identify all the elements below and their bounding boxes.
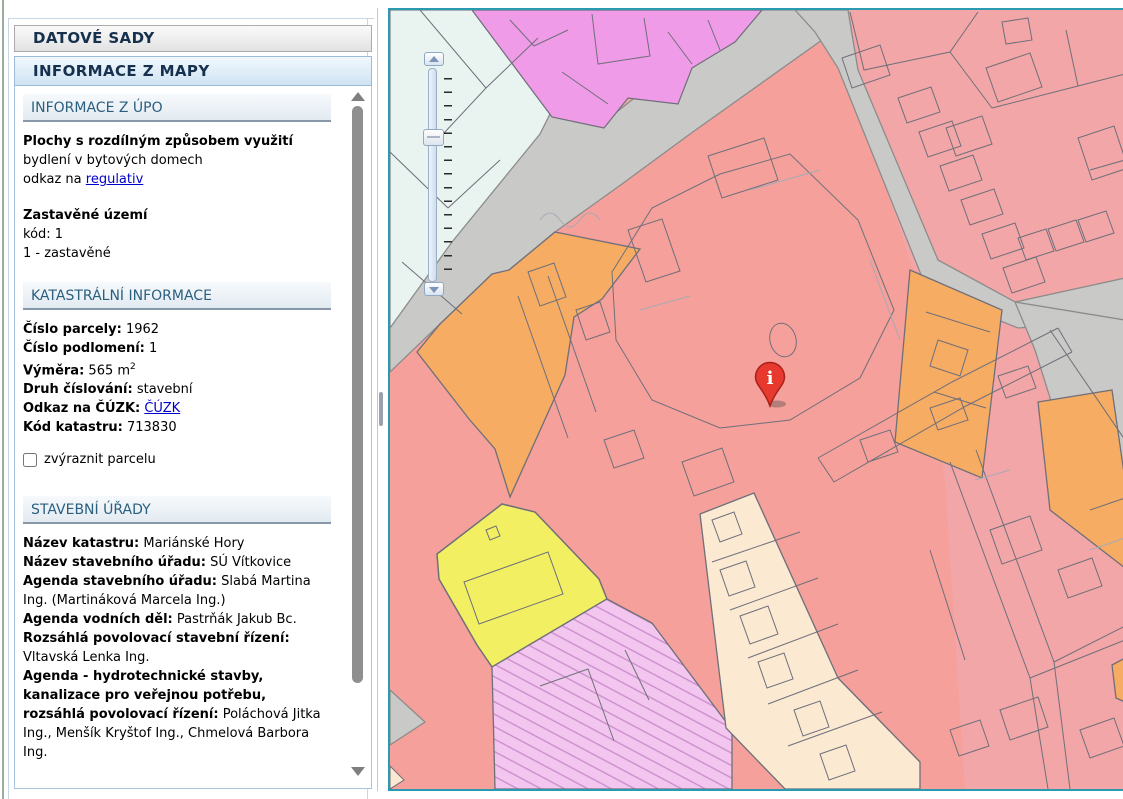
builtup-title: Zastavěné území <box>23 208 147 223</box>
field-row: Název katastru: Mariánské Hory <box>23 534 331 553</box>
field-row: Rozsáhlá povolovací stavební řízení: Vlt… <box>23 629 331 667</box>
frame-border-left <box>8 18 9 799</box>
upo-use-value: bydlení v bytových domech <box>23 153 203 168</box>
cuzk-link[interactable]: ČÚZK <box>144 401 180 416</box>
section-header-upo[interactable]: INFORMACE Z ÚPO <box>23 94 331 122</box>
field-row: Výměra: 565 m2 <box>23 358 331 380</box>
section-header-urady[interactable]: STAVEBNÍ ÚŘADY <box>23 496 331 524</box>
upo-use-block: Plochy s rozdílným způsobem využití bydl… <box>23 132 331 189</box>
marker-glyph: i <box>767 368 774 389</box>
zoom-in-button[interactable] <box>424 52 444 66</box>
scroll-down-icon[interactable] <box>351 767 365 776</box>
zoom-track[interactable] <box>428 68 437 282</box>
field-row: Druh číslování: stavební <box>23 380 331 399</box>
scrollbar-thumb[interactable] <box>352 106 363 683</box>
section-header-katastr[interactable]: KATASTRÁLNÍ INFORMACE <box>23 282 331 310</box>
sidebar-scrollbar[interactable] <box>350 90 366 784</box>
map-info-panel: INFORMACE Z ÚPO Plochy s rozdílným způso… <box>14 86 372 789</box>
field-row: Kód katastru: 713830 <box>23 418 331 437</box>
field-row: Číslo parcely: 1962 <box>23 320 331 339</box>
field-row: Agenda vodních děl: Pastrňák Jakub Bc. <box>23 610 331 629</box>
upo-builtup-block: Zastavěné území kód: 1 1 - zastavěné <box>23 206 331 263</box>
accordion-informace-z-mapy[interactable]: INFORMACE Z MAPY <box>14 56 372 86</box>
field-row: Agenda stavebního úřadu: Slabá Martina I… <box>23 572 331 610</box>
highlight-parcel-row: zvýraznit parcelu <box>23 450 331 469</box>
highlight-parcel-checkbox[interactable] <box>23 453 37 467</box>
zoom-slider[interactable] <box>423 52 457 304</box>
zoom-handle[interactable] <box>423 129 444 146</box>
sidebar: DATOVÉ SADY INFORMACE Z MAPY INFORMACE Z… <box>14 25 372 789</box>
regulativ-link[interactable]: regulativ <box>86 172 144 187</box>
map-canvas[interactable]: i <box>388 8 1123 791</box>
panel-splitter[interactable] <box>377 8 378 791</box>
zoom-out-button[interactable] <box>424 282 444 296</box>
builtup-desc: 1 - zastavěné <box>23 246 111 261</box>
upo-link-prefix: odkaz na <box>23 172 86 187</box>
field-row: Číslo podlomení: 1 <box>23 339 331 358</box>
frame-border-top <box>8 18 374 19</box>
cadastral-map: i <box>390 10 1123 789</box>
window-left-accent <box>2 0 4 799</box>
field-row: Název stavebního úřadu: SÚ Vítkovice <box>23 553 331 572</box>
urady-rows: Název katastru: Mariánské Hory Název sta… <box>23 534 331 762</box>
scroll-up-icon[interactable] <box>351 92 365 101</box>
upo-use-title: Plochy s rozdílným způsobem využití <box>23 134 293 149</box>
highlight-parcel-label: zvýraznit parcelu <box>44 450 156 469</box>
zoom-out-icon <box>429 287 439 293</box>
zoom-in-icon <box>429 56 439 62</box>
katastr-rows: Číslo parcely: 1962 Číslo podlomení: 1 V… <box>23 320 331 437</box>
field-row: Agenda - hydrotechnické stavby, kanaliza… <box>23 667 331 762</box>
accordion-datove-sady[interactable]: DATOVÉ SADY <box>14 25 372 52</box>
field-row: Odkaz na ČÚZK: ČÚZK <box>23 399 331 418</box>
splitter-handle[interactable] <box>379 392 383 426</box>
builtup-code: kód: 1 <box>23 227 63 242</box>
zoom-ticks <box>444 78 452 270</box>
